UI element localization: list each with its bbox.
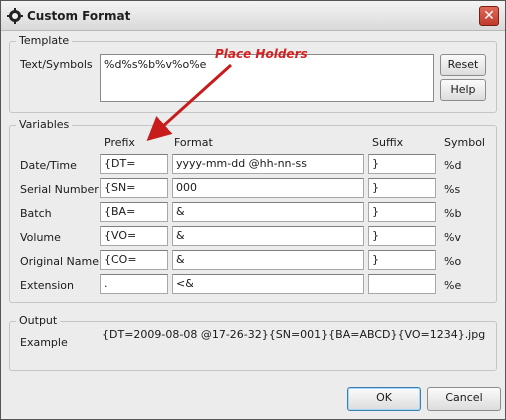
close-icon: ✕: [483, 8, 495, 24]
template-legend: Template: [16, 34, 73, 47]
volume-prefix-input[interactable]: {VO=: [100, 226, 168, 246]
title-bar[interactable]: Custom Format ✕: [1, 1, 505, 31]
output-legend: Output: [16, 314, 61, 327]
row-label-batch: Batch: [20, 207, 52, 220]
variables-group: Variables Prefix Format Suffix Symbol Da…: [9, 118, 497, 303]
extension-format-input[interactable]: <&: [172, 274, 364, 294]
output-example-value: {DT=2009-08-08 @17-26-32}{SN=001}{BA=ABC…: [102, 328, 486, 341]
place-holders-annotation: Place Holders: [215, 47, 308, 61]
serial-number-suffix-input[interactable]: }: [368, 178, 436, 198]
volume-symbol: %v: [444, 231, 461, 244]
volume-suffix-input[interactable]: }: [368, 226, 436, 246]
row-label-original-name: Original Name: [20, 255, 99, 268]
extension-symbol: %e: [444, 279, 462, 292]
date-time-symbol: %d: [444, 159, 462, 172]
serial-number-symbol: %s: [444, 183, 461, 196]
original-name-symbol: %o: [444, 255, 462, 268]
template-label: Text/Symbols: [20, 58, 93, 71]
original-name-format-input[interactable]: &: [172, 250, 364, 270]
serial-number-prefix-input[interactable]: {SN=: [100, 178, 168, 198]
ok-button[interactable]: OK: [347, 387, 421, 411]
close-button[interactable]: ✕: [479, 6, 499, 26]
date-time-format-input[interactable]: yyyy-mm-dd @hh-nn-ss: [172, 154, 364, 174]
row-label-volume: Volume: [20, 231, 61, 244]
original-name-prefix-input[interactable]: {CO=: [100, 250, 168, 270]
extension-suffix-input[interactable]: [368, 274, 436, 294]
date-time-prefix-input[interactable]: {DT=: [100, 154, 168, 174]
row-label-serial-number: Serial Number: [20, 183, 99, 196]
output-example-label: Example: [20, 336, 68, 349]
serial-number-format-input[interactable]: 000: [172, 178, 364, 198]
volume-format-input[interactable]: &: [172, 226, 364, 246]
extension-prefix-input[interactable]: .: [100, 274, 168, 294]
date-time-suffix-input[interactable]: }: [368, 154, 436, 174]
batch-prefix-input[interactable]: {BA=: [100, 202, 168, 222]
batch-symbol: %b: [444, 207, 462, 220]
cancel-button[interactable]: Cancel: [427, 387, 501, 411]
variables-legend: Variables: [16, 118, 73, 131]
reset-button[interactable]: Reset: [440, 54, 486, 76]
header-format: Format: [174, 136, 213, 149]
batch-format-input[interactable]: &: [172, 202, 364, 222]
window-title: Custom Format: [27, 9, 131, 23]
row-label-extension: Extension: [20, 279, 75, 292]
header-prefix: Prefix: [104, 136, 135, 149]
output-group: Output Example {DT=2009-08-08 @17-26-32}…: [9, 314, 497, 371]
gear-icon: [7, 8, 23, 24]
header-suffix: Suffix: [372, 136, 404, 149]
help-button[interactable]: Help: [440, 79, 486, 101]
batch-suffix-input[interactable]: }: [368, 202, 436, 222]
original-name-suffix-input[interactable]: }: [368, 250, 436, 270]
header-symbol: Symbol: [444, 136, 485, 149]
template-text-input[interactable]: %d%s%b%v%o%e: [100, 54, 434, 102]
custom-format-dialog: Custom Format ✕ Template Text/Symbols %d…: [0, 0, 506, 420]
row-label-date-time: Date/Time: [20, 159, 77, 172]
